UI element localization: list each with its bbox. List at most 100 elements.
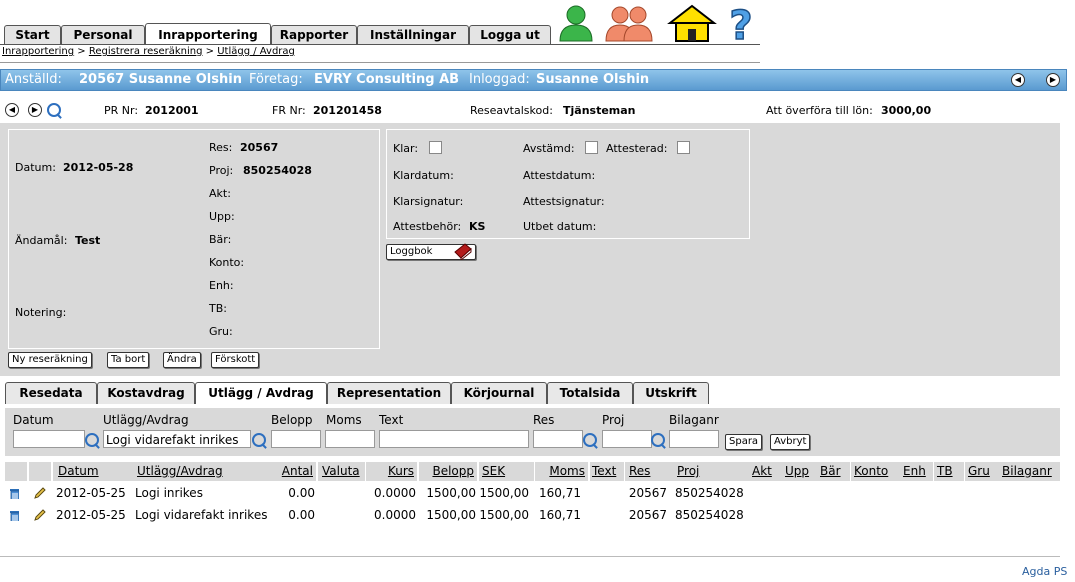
table-row: 2012-05-25 Logi inrikes 0.00 0.0000 1500…	[5, 483, 1060, 505]
col-valuta[interactable]: Valuta	[318, 462, 366, 481]
user-icon[interactable]	[556, 3, 596, 43]
logged-label: Inloggad:	[469, 72, 530, 87]
bilaganr-label: Bilaganr	[669, 413, 719, 427]
advance-button[interactable]: Förskott	[211, 352, 260, 368]
col-belopp[interactable]: Belopp	[419, 462, 478, 481]
pencil-icon[interactable]	[33, 486, 47, 500]
col-delete	[5, 462, 28, 481]
row-datum: 2012-05-25	[56, 508, 126, 522]
col-bilaganr[interactable]: Bilaganr	[999, 462, 1061, 481]
agreement-value: Tjänsteman	[563, 104, 636, 117]
search-icon[interactable]	[47, 103, 61, 117]
col-upp[interactable]: Upp	[782, 462, 818, 481]
col-datum[interactable]: Datum	[53, 462, 136, 481]
breadcrumb-registrera[interactable]: Registrera reseräkning	[89, 46, 203, 57]
tab-resedata[interactable]: Resedata	[5, 382, 97, 404]
tab-representation[interactable]: Representation	[327, 382, 451, 404]
col-enh[interactable]: Enh	[900, 462, 934, 481]
datum-search-icon[interactable]	[85, 433, 99, 447]
delete-button[interactable]: Ta bort	[107, 352, 150, 368]
entry-form: Datum Utlägg/Avdrag Belopp Moms Text Res…	[5, 408, 1060, 456]
moms-input[interactable]	[325, 430, 375, 448]
tab-logga-ut[interactable]: Logga ut	[469, 25, 551, 45]
loggbok-label: Loggbok	[390, 246, 433, 257]
purpose-value: Test	[75, 234, 101, 247]
col-kurs[interactable]: Kurs	[366, 462, 418, 481]
text-input[interactable]	[379, 430, 529, 448]
users-icon[interactable]	[603, 3, 655, 43]
next-icon[interactable]: ▶	[1046, 73, 1060, 87]
attesterad-checkbox[interactable]	[677, 141, 690, 154]
row-antal: 0.00	[288, 486, 315, 500]
home-icon[interactable]	[666, 3, 718, 43]
upp-label: Upp:	[209, 210, 235, 223]
col-moms[interactable]: Moms	[535, 462, 589, 481]
bottom-divider	[0, 556, 1060, 557]
proj-input[interactable]	[602, 430, 652, 448]
table-row: 2012-05-25 Logi vidarefakt inrikes 0.00 …	[5, 505, 1060, 527]
row-sek: 1500,00	[479, 508, 529, 522]
col-konto[interactable]: Konto	[851, 462, 901, 481]
prev-icon[interactable]: ◀	[1011, 73, 1025, 87]
proj-field-label: Proj	[602, 413, 625, 427]
tab-start[interactable]: Start	[4, 25, 61, 45]
row-sek: 1500,00	[479, 486, 529, 500]
agreement-label: Reseavtalskod:	[470, 104, 553, 117]
breadcrumb-inrapportering[interactable]: Inrapportering	[2, 46, 74, 57]
moms-label: Moms	[326, 413, 362, 427]
col-gru[interactable]: Gru	[965, 462, 1000, 481]
col-edit	[29, 462, 52, 481]
col-sek[interactable]: SEK	[479, 462, 535, 481]
col-akt[interactable]: Akt	[749, 462, 783, 481]
row-kurs: 0.0000	[374, 508, 416, 522]
edit-button[interactable]: Ändra	[163, 352, 201, 368]
book-icon	[454, 243, 472, 260]
loggbok-button[interactable]: Loggbok	[386, 243, 476, 260]
next-record-icon[interactable]: ▶	[28, 103, 42, 117]
tab-rapporter[interactable]: Rapporter	[271, 25, 357, 45]
col-res[interactable]: Res	[625, 462, 674, 481]
col-proj[interactable]: Proj	[673, 462, 750, 481]
belopp-input[interactable]	[271, 430, 321, 448]
new-travel-button[interactable]: Ny reseräkning	[8, 352, 92, 368]
col-bar[interactable]: Bär	[817, 462, 851, 481]
tab-korjournal[interactable]: Körjournal	[451, 382, 547, 404]
res-search-icon[interactable]	[583, 433, 597, 447]
attestbehor-label: Attestbehör:	[393, 220, 462, 233]
col-antal[interactable]: Antal	[275, 462, 317, 481]
datum-input[interactable]	[13, 430, 85, 448]
tab-inrapportering[interactable]: Inrapportering	[145, 23, 271, 45]
bilaganr-input[interactable]	[669, 430, 719, 448]
prev-record-icon[interactable]: ◀	[5, 103, 19, 117]
klar-checkbox[interactable]	[429, 141, 442, 154]
attestdatum-label: Attestdatum:	[523, 169, 596, 182]
avstamd-checkbox[interactable]	[585, 141, 598, 154]
trash-icon[interactable]	[9, 487, 19, 499]
row-belopp: 1500,00	[426, 486, 476, 500]
tab-utskrift[interactable]: Utskrift	[633, 382, 709, 404]
breadcrumb-utlagg[interactable]: Utlägg / Avdrag	[217, 46, 295, 57]
utlagg-input[interactable]: Logi vidarefakt inrikes	[103, 430, 251, 448]
tab-installningar[interactable]: Inställningar	[357, 25, 469, 45]
attestsignatur-label: Attestsignatur:	[523, 195, 605, 208]
utbet-label: Utbet datum:	[523, 220, 597, 233]
text-label: Text	[379, 413, 404, 427]
res-input[interactable]	[533, 430, 583, 448]
col-text[interactable]: Text	[590, 462, 625, 481]
tab-kostavdrag[interactable]: Kostavdrag	[97, 382, 195, 404]
employee-value: 20567 Susanne Olshin	[79, 72, 242, 87]
tab-personal[interactable]: Personal	[61, 25, 145, 45]
tab-utlagg-avdrag[interactable]: Utlägg / Avdrag	[195, 382, 327, 404]
footer-brand: Agda PS	[1022, 565, 1068, 578]
col-tb[interactable]: TB	[934, 462, 965, 481]
help-icon[interactable]: ?	[724, 3, 758, 43]
pencil-icon[interactable]	[33, 508, 47, 522]
col-utlagg[interactable]: Utlägg/Avdrag	[132, 462, 278, 481]
trash-icon[interactable]	[9, 509, 19, 521]
cancel-button[interactable]: Avbryt	[770, 434, 811, 450]
row-belopp: 1500,00	[426, 508, 476, 522]
tab-totalsida[interactable]: Totalsida	[547, 382, 633, 404]
utlagg-search-icon[interactable]	[252, 433, 266, 447]
proj-search-icon[interactable]	[651, 433, 665, 447]
save-button[interactable]: Spara	[725, 434, 763, 450]
